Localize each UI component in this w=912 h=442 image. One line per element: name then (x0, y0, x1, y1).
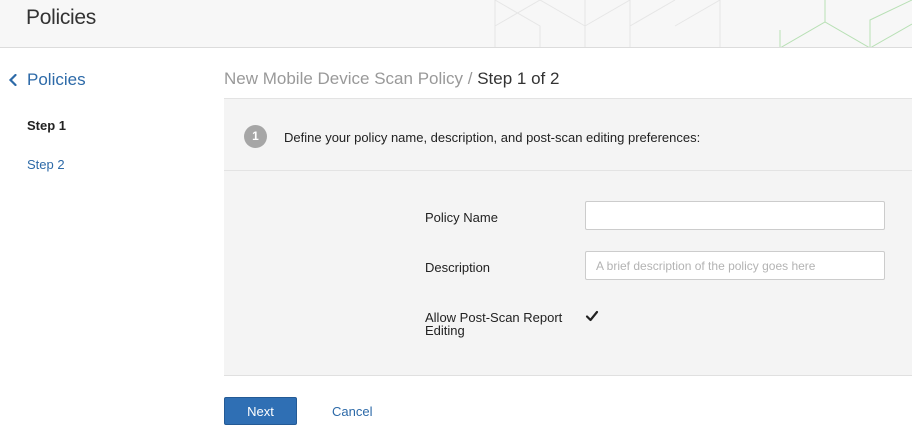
app-title: Policies (26, 6, 96, 29)
section-header: 1 Define your policy name, description, … (224, 99, 912, 171)
form-section: 1 Define your policy name, description, … (224, 99, 912, 376)
description-label: Description (425, 260, 491, 275)
policy-name-input[interactable] (585, 201, 885, 230)
sidebar: Policies Step 1 Step 2 (0, 48, 224, 442)
top-bar: Policies (0, 0, 912, 48)
section-instructions: Define your policy name, description, an… (284, 130, 701, 145)
back-to-policies-link[interactable]: Policies (8, 70, 86, 90)
description-input[interactable] (585, 251, 885, 280)
step-number-badge: 1 (244, 125, 267, 148)
header-decoration (494, 0, 912, 47)
next-button[interactable]: Next (224, 397, 297, 425)
policy-name-label: Policy Name (425, 210, 498, 225)
title-breadcrumb: New Mobile Device Scan Policy (224, 69, 464, 88)
checkmark-icon (585, 310, 599, 322)
sidebar-item-step-1[interactable]: Step 1 (27, 118, 66, 133)
sidebar-item-step-2[interactable]: Step 2 (27, 157, 65, 172)
page-title: New Mobile Device Scan Policy / Step 1 o… (224, 69, 559, 89)
chevron-left-icon (8, 74, 17, 86)
title-current-step: Step 1 of 2 (477, 69, 560, 88)
cancel-link[interactable]: Cancel (332, 404, 372, 419)
title-separator: / (463, 69, 478, 88)
allow-editing-label: Allow Post-Scan Report Editing (425, 310, 563, 338)
allow-editing-checkbox[interactable] (585, 309, 599, 323)
main-content: New Mobile Device Scan Policy / Step 1 o… (224, 48, 912, 442)
back-link-label: Policies (27, 70, 86, 89)
